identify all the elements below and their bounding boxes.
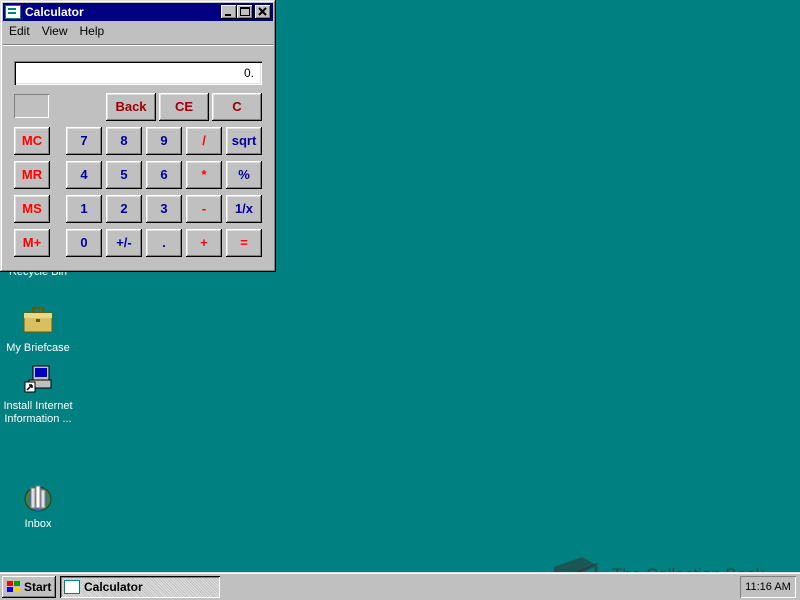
taskbar: Start Calculator 11:16 AM	[0, 572, 800, 600]
clock[interactable]: 11:16 AM	[745, 581, 791, 593]
desktop-icon-install-internet-information[interactable]: Install Internet Information ...	[0, 364, 76, 426]
desktop-icon-inbox[interactable]: Inbox	[0, 482, 76, 531]
add-button[interactable]: +	[186, 229, 222, 257]
desktop-icon-label: Inbox	[24, 518, 52, 530]
desktop-icon-label: Install Internet Information ...	[3, 400, 73, 425]
install-icon	[21, 364, 55, 398]
memory-add-button[interactable]: M+	[14, 229, 50, 257]
clear-button[interactable]: C	[212, 93, 262, 121]
briefcase-icon	[21, 306, 55, 340]
memory-clear-button[interactable]: MC	[14, 127, 50, 155]
calculator-icon	[5, 5, 21, 19]
calculator-icon	[64, 580, 80, 594]
digit-6-button[interactable]: 6	[146, 161, 182, 189]
decimal-button[interactable]: .	[146, 229, 182, 257]
digit-9-button[interactable]: 9	[146, 127, 182, 155]
inbox-icon	[21, 482, 55, 516]
menu-separator	[3, 44, 273, 46]
calculator-window[interactable]: Calculator Edit View Help 0. Back CE C M…	[0, 0, 276, 272]
clear-entry-button[interactable]: CE	[159, 93, 209, 121]
digit-8-button[interactable]: 8	[106, 127, 142, 155]
minimize-icon	[225, 14, 231, 16]
digit-2-button[interactable]: 2	[106, 195, 142, 223]
percent-button[interactable]: %	[226, 161, 262, 189]
title-bar[interactable]: Calculator	[3, 3, 273, 21]
memory-indicator	[14, 94, 49, 118]
digit-4-button[interactable]: 4	[66, 161, 102, 189]
menu-edit[interactable]: Edit	[3, 24, 36, 38]
equals-button[interactable]: =	[226, 229, 262, 257]
desktop-icon-my-briefcase[interactable]: My Briefcase	[0, 306, 76, 355]
close-icon	[258, 7, 267, 16]
digit-3-button[interactable]: 3	[146, 195, 182, 223]
sign-button[interactable]: +/-	[106, 229, 142, 257]
calculator-display: 0.	[14, 61, 262, 85]
digit-7-button[interactable]: 7	[66, 127, 102, 155]
back-button[interactable]: Back	[106, 93, 156, 121]
maximize-button[interactable]	[237, 5, 253, 19]
menu-bar: Edit View Help	[3, 22, 273, 40]
menu-view[interactable]: View	[36, 24, 74, 38]
memory-recall-button[interactable]: MR	[14, 161, 50, 189]
divide-button[interactable]: /	[186, 127, 222, 155]
digit-1-button[interactable]: 1	[66, 195, 102, 223]
close-button[interactable]	[255, 5, 271, 19]
taskbar-button-calculator[interactable]: Calculator	[60, 576, 220, 598]
multiply-button[interactable]: *	[186, 161, 222, 189]
start-label: Start	[24, 580, 52, 594]
reciprocal-button[interactable]: 1/x	[226, 195, 262, 223]
digit-0-button[interactable]: 0	[66, 229, 102, 257]
windows-logo-icon	[5, 580, 21, 594]
maximize-icon	[240, 7, 250, 16]
minimize-button[interactable]	[221, 5, 237, 19]
subtract-button[interactable]: -	[186, 195, 222, 223]
window-title: Calculator	[25, 5, 84, 19]
digit-5-button[interactable]: 5	[106, 161, 142, 189]
system-tray: 11:16 AM	[740, 576, 796, 598]
sqrt-button[interactable]: sqrt	[226, 127, 262, 155]
desktop-icon-label: My Briefcase	[6, 342, 70, 354]
memory-store-button[interactable]: MS	[14, 195, 50, 223]
task-label: Calculator	[84, 580, 143, 594]
start-button[interactable]: Start	[2, 576, 56, 598]
menu-help[interactable]: Help	[73, 24, 110, 38]
